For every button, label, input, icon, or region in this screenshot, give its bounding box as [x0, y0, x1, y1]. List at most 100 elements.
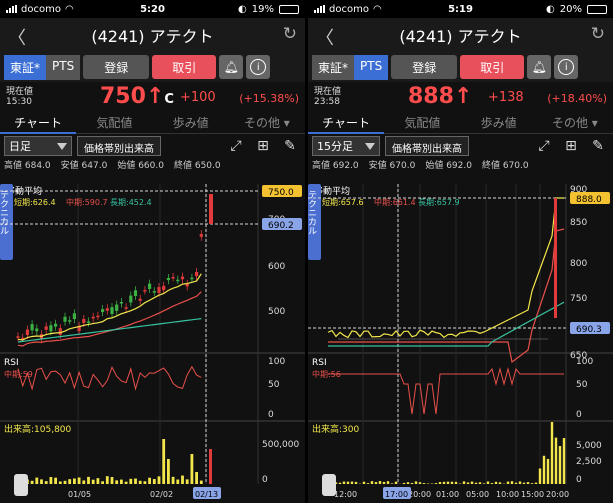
- tab-quotes[interactable]: 気配値: [76, 114, 152, 131]
- volume-bar: [120, 479, 123, 484]
- current-price: 750↑C: [100, 84, 174, 109]
- ohlc-readout: 高値 692.0 安値 670.0 始値 692.0 終値 670.0: [312, 161, 529, 170]
- status-time: 5:20: [140, 3, 165, 15]
- tab-other[interactable]: その他 ▾: [229, 114, 305, 131]
- volume-bar: [342, 481, 346, 484]
- volume-bar: [370, 481, 374, 484]
- fullscreen-icon[interactable]: ⤢: [225, 135, 247, 157]
- chevron-down-icon: ▾: [283, 116, 290, 130]
- interval-select[interactable]: 15分足: [312, 136, 380, 156]
- price-change-percent: (+18.40%): [547, 92, 607, 105]
- volume-bar: [63, 480, 67, 484]
- volume-bar: [124, 481, 128, 484]
- latest-candle: [209, 194, 213, 224]
- price-change-percent: (+15.38%): [239, 92, 299, 105]
- volume-bar: [143, 481, 147, 484]
- volume-bar: [530, 483, 534, 484]
- back-chevron-icon[interactable]: 〈: [8, 24, 26, 50]
- cursor-price-tag-text: 690.2: [268, 221, 294, 231]
- market-pts-button[interactable]: PTS: [354, 54, 389, 80]
- register-button[interactable]: 登録: [391, 55, 458, 79]
- rsi-mid-label: 中期:59: [4, 369, 33, 379]
- tab-trades[interactable]: 歩み値: [461, 114, 537, 131]
- register-button[interactable]: 登録: [83, 55, 150, 79]
- volume-bar: [478, 482, 482, 484]
- rsi-axis-label: 0: [576, 410, 582, 420]
- interval-select[interactable]: 日足: [4, 136, 72, 156]
- panel-toggle-icon[interactable]: [14, 474, 28, 496]
- rsi-axis-label: 100: [576, 357, 593, 367]
- volume-bar: [138, 480, 142, 484]
- volume-bar: [558, 445, 562, 484]
- status-bar: docomo ◠ 5:20 ◐ 19%: [0, 0, 305, 18]
- market-tse-button[interactable]: 東証*: [312, 54, 355, 80]
- action-row: 東証* PTS 登録 取引 🔔︎ i: [0, 52, 305, 82]
- volume-bar: [522, 482, 526, 484]
- volume-bar: [91, 479, 95, 484]
- date-axis-label: 20:00: [408, 490, 431, 499]
- ma-short-label: 短期:626.4: [14, 197, 56, 207]
- rsi-mid-label: 中期:56: [312, 369, 341, 379]
- volume-axis-label: 5,000: [576, 441, 602, 451]
- stock-chart[interactable]: 移動平均 短期:657.6 中期:661.4 長期:657.9 テクニカル 900 850 8…: [308, 184, 613, 503]
- market-pts-button[interactable]: PTS: [46, 54, 81, 80]
- tab-quotes[interactable]: 気配値: [384, 114, 460, 131]
- volume-bar: [181, 475, 184, 484]
- volume-profile-button[interactable]: 価格帯別出来高: [77, 136, 161, 156]
- trade-button[interactable]: 取引: [152, 55, 217, 79]
- info-icon[interactable]: i: [246, 55, 271, 79]
- volume-bar: [148, 477, 151, 484]
- market-toggle: 東証* PTS: [312, 54, 389, 80]
- volume-bar: [195, 472, 198, 484]
- volume-bar: [542, 455, 546, 484]
- refresh-icon[interactable]: ↻: [283, 24, 297, 44]
- current-price-label: 現在値 15:30: [6, 87, 34, 107]
- trade-button[interactable]: 取引: [460, 55, 525, 79]
- tab-chart[interactable]: チャート: [0, 114, 76, 131]
- volume-axis-label: 0: [576, 475, 582, 485]
- volume-bar: [446, 481, 450, 484]
- page-title: (4241) アテクト: [399, 27, 522, 46]
- tab-chart[interactable]: チャート: [308, 114, 384, 131]
- back-chevron-icon[interactable]: 〈: [316, 24, 334, 50]
- date-axis-label: 01:00: [436, 490, 459, 499]
- volume-bar: [101, 481, 104, 484]
- volume-bar: [35, 477, 39, 484]
- volume-bar: [87, 476, 90, 484]
- tab-other[interactable]: その他 ▾: [537, 114, 613, 131]
- info-icon[interactable]: i: [554, 55, 579, 79]
- bell-icon[interactable]: 🔔︎: [527, 55, 552, 79]
- pencil-icon[interactable]: ✎: [587, 135, 609, 157]
- panel-toggle-icon[interactable]: [322, 474, 336, 496]
- current-price-row: 現在値 23:58 888↑ +138 (+18.40%): [308, 82, 613, 112]
- volume-bar: [338, 482, 342, 484]
- technical-tab-label: テクニカル: [0, 190, 9, 235]
- status-time: 5:19: [448, 3, 473, 15]
- page-title: (4241) アテクト: [91, 27, 214, 46]
- volume-bar: [562, 438, 566, 484]
- up-arrow-icon: ↑: [453, 84, 473, 109]
- volume-axis-label: 500,000: [262, 440, 299, 450]
- volume-bar: [54, 477, 57, 484]
- action-row: 東証* PTS 登録 取引 🔔︎ i: [308, 52, 613, 82]
- pencil-icon[interactable]: ✎: [279, 135, 301, 157]
- ohlc-readout: 高値 684.0 安値 647.0 始値 660.0 終値 650.0: [4, 161, 221, 170]
- bell-icon[interactable]: 🔔︎: [219, 55, 244, 79]
- fullscreen-icon[interactable]: ⤢: [533, 135, 555, 157]
- volume-profile-button[interactable]: 価格帯別出来高: [385, 136, 469, 156]
- volume-bar: [534, 482, 538, 484]
- right-phone-screen: docomo ◠ 5:19 ◐ 20% 〈 (4241) アテクト ↻ 東証* …: [308, 0, 613, 503]
- left-phone-screen: docomo ◠ 5:20 ◐ 19% 〈 (4241) アテクト ↻ 東証* …: [0, 0, 305, 503]
- volume-bar: [382, 481, 386, 484]
- grid-layout-icon[interactable]: ⊞: [560, 135, 582, 157]
- refresh-icon[interactable]: ↻: [591, 24, 605, 44]
- technical-tab-label: テクニカル: [308, 190, 317, 235]
- volume-bar: [462, 481, 466, 484]
- market-tse-button[interactable]: 東証*: [4, 54, 47, 80]
- rsi-title: RSI: [4, 358, 19, 368]
- grid-layout-icon[interactable]: ⊞: [252, 135, 274, 157]
- volume-bar: [167, 459, 170, 484]
- stock-chart[interactable]: 移動平均短期:626.4中期:590.7長期:452.4テクニカル7006005…: [0, 184, 305, 503]
- volume-bar: [386, 481, 390, 484]
- tab-trades[interactable]: 歩み値: [153, 114, 229, 131]
